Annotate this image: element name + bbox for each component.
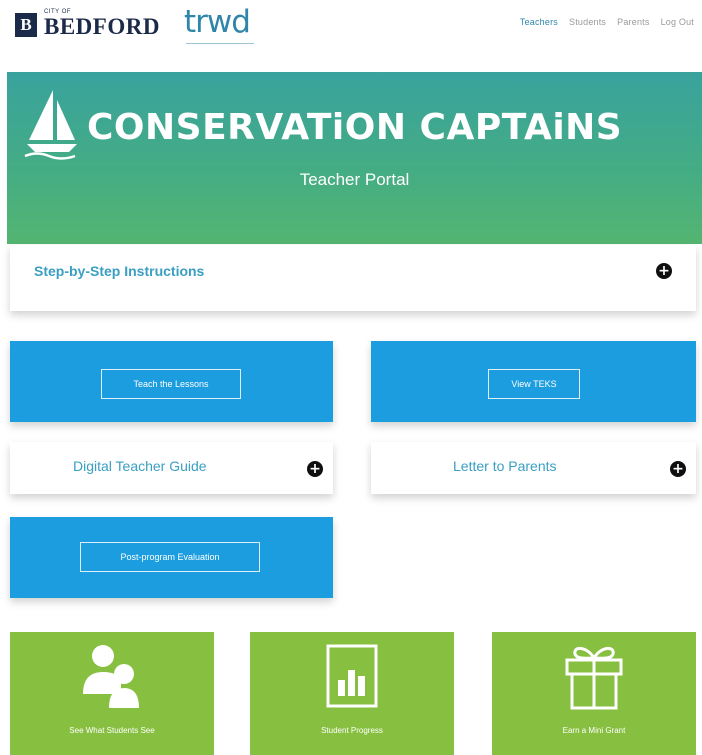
expand-plus-icon[interactable]: + [670,461,686,477]
users-icon [83,645,139,708]
nav-parents[interactable]: Parents [617,17,649,27]
site-header: B CITY OF BEDFORD trwd Teachers Students… [0,0,702,60]
teacher-guide-accordion[interactable]: Digital Teacher Guide + [10,442,333,494]
gift-icon [565,647,623,710]
nav-students[interactable]: Students [569,17,606,27]
letter-parents-label: Letter to Parents [453,458,557,474]
trwd-logo[interactable]: trwd [184,4,251,40]
teach-lessons-card: Teach the Lessons [10,341,333,422]
bar-chart-icon [326,644,378,708]
bedford-logo-text[interactable]: BEDFORD [44,14,160,40]
step-by-step-accordion[interactable]: Step-by-Step Instructions + [10,245,696,311]
student-progress-tile[interactable]: Student Progress [250,632,454,755]
mini-grant-tile[interactable]: Earn a Mini Grant [492,632,696,755]
view-teks-button[interactable]: View TEKS [488,369,580,399]
trwd-logo-underline [186,43,254,46]
letter-parents-accordion[interactable]: Letter to Parents + [371,442,696,494]
expand-plus-icon[interactable]: + [656,263,672,279]
see-what-students-see-tile[interactable]: See What Students See [10,632,214,755]
hero-subtitle: Teacher Portal [299,170,410,189]
bedford-logo-mark[interactable]: B [15,13,37,37]
top-nav: Teachers Students Parents Log Out [520,17,694,27]
sailboat-icon [24,90,77,160]
tile-label: See What Students See [69,726,155,735]
hero-title: CONSERVATiON CAPTAiNS [87,107,623,148]
nav-log-out[interactable]: Log Out [661,17,694,27]
evaluation-button[interactable]: Post-program Evaluation [80,542,260,572]
step-by-step-label: Step-by-Step Instructions [34,263,205,279]
tile-label: Earn a Mini Grant [562,726,626,735]
teach-lessons-button[interactable]: Teach the Lessons [101,369,241,399]
expand-plus-icon[interactable]: + [307,461,323,477]
nav-teachers[interactable]: Teachers [520,17,558,27]
view-teks-card: View TEKS [371,341,696,422]
teacher-guide-label: Digital Teacher Guide [73,458,207,474]
hero-banner: CONSERVATiON CAPTAiNS Teacher Portal [7,72,702,244]
evaluation-card: Post-program Evaluation [10,517,333,598]
tile-label: Student Progress [321,726,383,735]
